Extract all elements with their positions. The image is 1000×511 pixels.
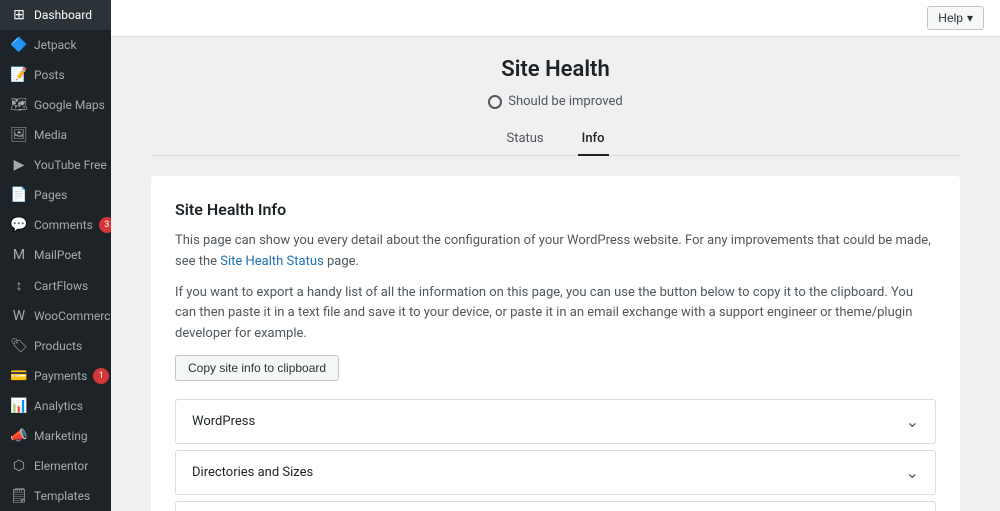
woocommerce-icon: W [10, 308, 28, 324]
status-indicator: Should be improved [151, 94, 960, 109]
sidebar-item-mailpoet[interactable]: M MailPoet [0, 240, 111, 270]
templates-icon: 🗒 [10, 488, 28, 504]
page-title: Site Health [151, 57, 960, 82]
sidebar-item-dashboard[interactable]: ⊞ Dashboard [0, 0, 111, 30]
help-button[interactable]: Help ▾ [927, 6, 984, 30]
tabs: Status Info [151, 123, 960, 156]
help-arrow-icon: ▾ [967, 11, 973, 25]
info-description-2: If you want to export a handy list of al… [175, 283, 936, 345]
accordion-label: WordPress [192, 414, 255, 429]
accordion-item: Drop-ins (1)⌄ [175, 501, 936, 511]
status-circle-icon [488, 95, 502, 109]
sidebar-item-cartflows[interactable]: ↕ CartFlows [0, 270, 111, 301]
media-icon: 🖼 [10, 127, 28, 143]
status-label: Should be improved [508, 94, 623, 109]
accordion-item: WordPress ⌄ [175, 399, 936, 444]
elementor-icon: ⬡ [10, 458, 28, 474]
sidebar-item-posts[interactable]: 📝 Posts [0, 60, 111, 90]
sidebar-item-label: CartFlows [34, 279, 88, 293]
info-description-1: This page can show you every detail abou… [175, 231, 936, 273]
sidebar-item-label: Google Maps [34, 98, 105, 112]
mailpoet-icon: M [10, 247, 28, 263]
posts-icon: 📝 [10, 67, 28, 83]
badge: 3 [99, 217, 111, 233]
sidebar-item-label: Products [34, 339, 82, 353]
google-maps-icon: 🗺 [10, 97, 28, 113]
sidebar-item-analytics[interactable]: 📊 Analytics [0, 391, 111, 421]
cartflows-icon: ↕ [10, 277, 28, 294]
accordion-header[interactable]: WordPress ⌄ [176, 400, 935, 443]
sidebar-item-elementor[interactable]: ⬡ Elementor [0, 451, 111, 481]
sidebar-item-woocommerce[interactable]: W WooCommerce [0, 301, 111, 331]
sidebar-item-google-maps[interactable]: 🗺 Google Maps [0, 90, 111, 120]
accordion-header[interactable]: Directories and Sizes ⌄ [176, 451, 935, 494]
sidebar-item-marketing[interactable]: 📣 Marketing [0, 421, 111, 451]
products-icon: 🏷 [10, 338, 28, 354]
sidebar-item-media[interactable]: 🖼 Media [0, 120, 111, 150]
sidebar-item-label: Posts [34, 68, 65, 82]
tab-info[interactable]: Info [578, 123, 609, 156]
pages-icon: 📄 [10, 187, 28, 203]
sidebar-item-products[interactable]: 🏷 Products [0, 331, 111, 361]
copy-site-info-button[interactable]: Copy site info to clipboard [175, 355, 339, 381]
sidebar-item-label: Pages [34, 188, 67, 202]
topbar: Help ▾ [111, 0, 1000, 37]
site-health-status-link[interactable]: Site Health Status [220, 254, 323, 269]
dashboard-icon: ⊞ [10, 7, 28, 23]
marketing-icon: 📣 [10, 428, 28, 444]
analytics-icon: 📊 [10, 398, 28, 414]
sidebar-item-comments[interactable]: 💬 Comments 3 [0, 210, 111, 240]
sidebar-item-label: Dashboard [34, 8, 92, 22]
accordion: WordPress ⌄ Directories and Sizes ⌄ Drop-ins… [175, 399, 936, 511]
info-section: Site Health Info This page can show you … [151, 176, 960, 511]
accordion-label: Directories and Sizes [192, 465, 313, 480]
sidebar-item-pages[interactable]: 📄 Pages [0, 180, 111, 210]
sidebar-item-jetpack[interactable]: 🔷 Jetpack [0, 30, 111, 60]
sidebar-item-label: WooCommerce [34, 309, 111, 323]
accordion-header[interactable]: Drop-ins (1)⌄ [176, 502, 935, 511]
sidebar-item-payments[interactable]: 💳 Payments 1 [0, 361, 111, 391]
badge: 1 [93, 368, 109, 384]
accordion-item: Directories and Sizes ⌄ [175, 450, 936, 495]
sidebar-item-label: MailPoet [34, 248, 81, 262]
sidebar-item-label: Templates [34, 489, 90, 503]
sidebar-item-label: Elementor [34, 459, 88, 473]
info-section-title: Site Health Info [175, 200, 936, 219]
sidebar-item-youtube-free[interactable]: ▶ YouTube Free [0, 150, 111, 180]
help-label: Help [938, 11, 963, 25]
main-content: Help ▾ Site Health Should be improved St… [111, 0, 1000, 511]
tab-status[interactable]: Status [502, 123, 547, 156]
sidebar-item-templates[interactable]: 🗒 Templates [0, 481, 111, 511]
youtube-free-icon: ▶ [10, 157, 28, 173]
sidebar-item-label: YouTube Free [34, 158, 107, 172]
sidebar-item-label: Jetpack [34, 38, 77, 52]
comments-icon: 💬 [10, 217, 28, 233]
jetpack-icon: 🔷 [10, 37, 28, 53]
sidebar-item-label: Payments [34, 369, 87, 383]
sidebar-item-label: Marketing [34, 429, 88, 443]
payments-icon: 💳 [10, 368, 28, 384]
chevron-down-icon: ⌄ [906, 463, 919, 482]
sidebar-item-label: Comments [34, 218, 93, 232]
sidebar-item-label: Media [34, 128, 67, 142]
content-area: Site Health Should be improved Status In… [111, 37, 1000, 511]
chevron-down-icon: ⌄ [906, 412, 919, 431]
sidebar-item-label: Analytics [34, 399, 83, 413]
sidebar: ⊞ Dashboard 🔷 Jetpack 📝 Posts 🗺 Google Maps 🖼 Med… [0, 0, 111, 511]
